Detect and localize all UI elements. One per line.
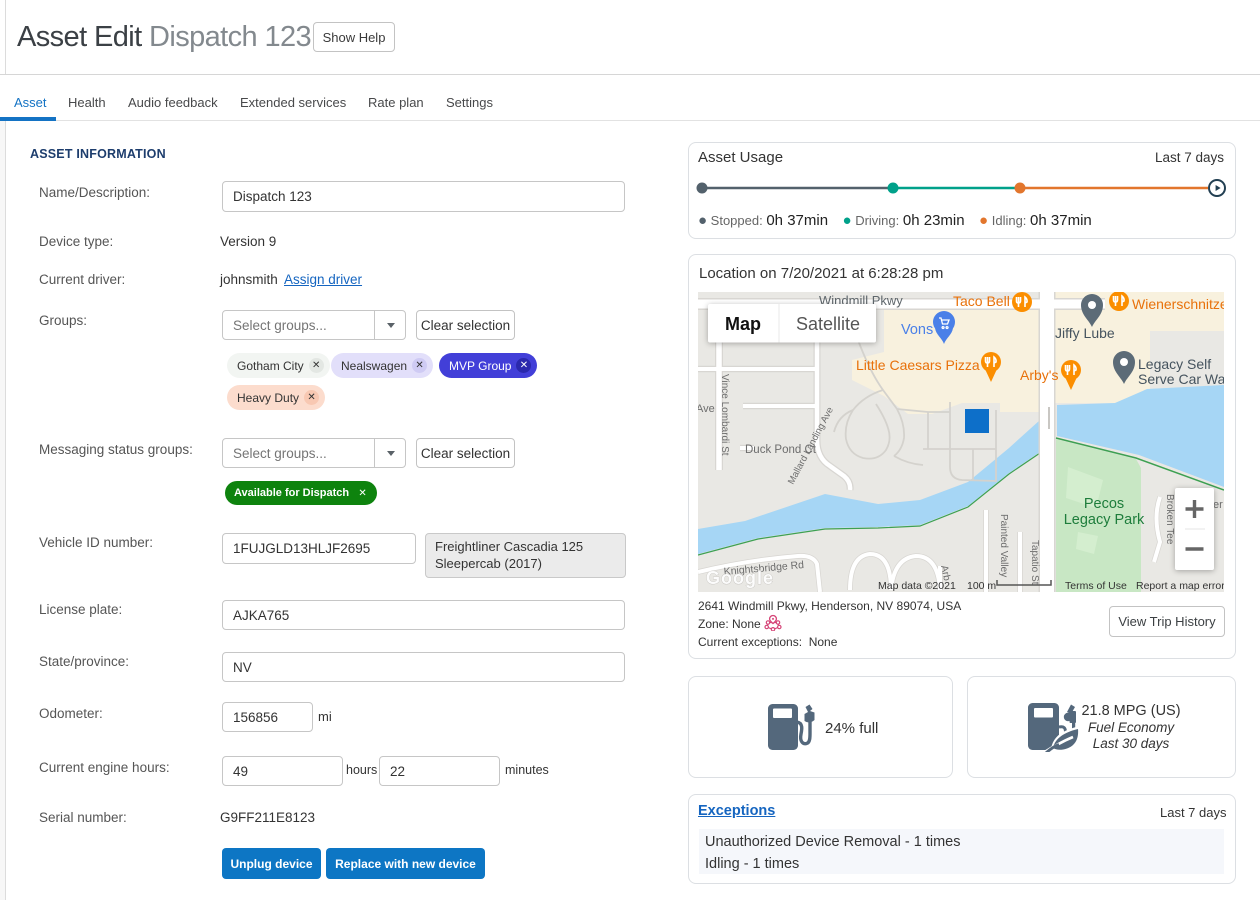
svg-text:Map data ©2021: Map data ©2021	[878, 580, 956, 592]
svg-text:Jiffy Lube: Jiffy Lube	[1055, 325, 1115, 341]
svg-text:Google: Google	[706, 568, 774, 588]
svg-text:Legacy Self: Legacy Self	[1138, 356, 1211, 372]
svg-text:Report a map error: Report a map error	[1136, 580, 1224, 592]
svg-text:Legacy Park: Legacy Park	[1064, 512, 1145, 528]
svg-text:Arby's: Arby's	[1020, 367, 1058, 383]
svg-text:er l: er l	[1213, 499, 1224, 511]
svg-text:Serve Car Was: Serve Car Was	[1138, 371, 1224, 387]
svg-text:100 m: 100 m	[967, 580, 996, 592]
svg-text:Vince Lombardi St: Vince Lombardi St	[719, 374, 730, 456]
svg-text:Map: Map	[725, 314, 761, 334]
svg-text:Vons: Vons	[901, 322, 933, 338]
svg-text:Terms of Use: Terms of Use	[1065, 580, 1127, 592]
svg-text:Tapatio St: Tapatio St	[1029, 540, 1040, 585]
svg-text:Painted Valley: Painted Valley	[998, 514, 1009, 577]
svg-text:Duck Pond Ct: Duck Pond Ct	[745, 444, 817, 456]
svg-text:Little Caesars Pizza: Little Caesars Pizza	[856, 357, 980, 373]
svg-text:Taco Bell: Taco Bell	[953, 293, 1010, 309]
svg-text:Satellite: Satellite	[796, 314, 860, 334]
svg-text:Broken Tee: Broken Tee	[1164, 494, 1175, 545]
svg-text:Pecos: Pecos	[1084, 496, 1124, 512]
svg-text:Wienerschnitze: Wienerschnitze	[1132, 296, 1224, 312]
svg-text:Ave: Ave	[698, 403, 715, 415]
